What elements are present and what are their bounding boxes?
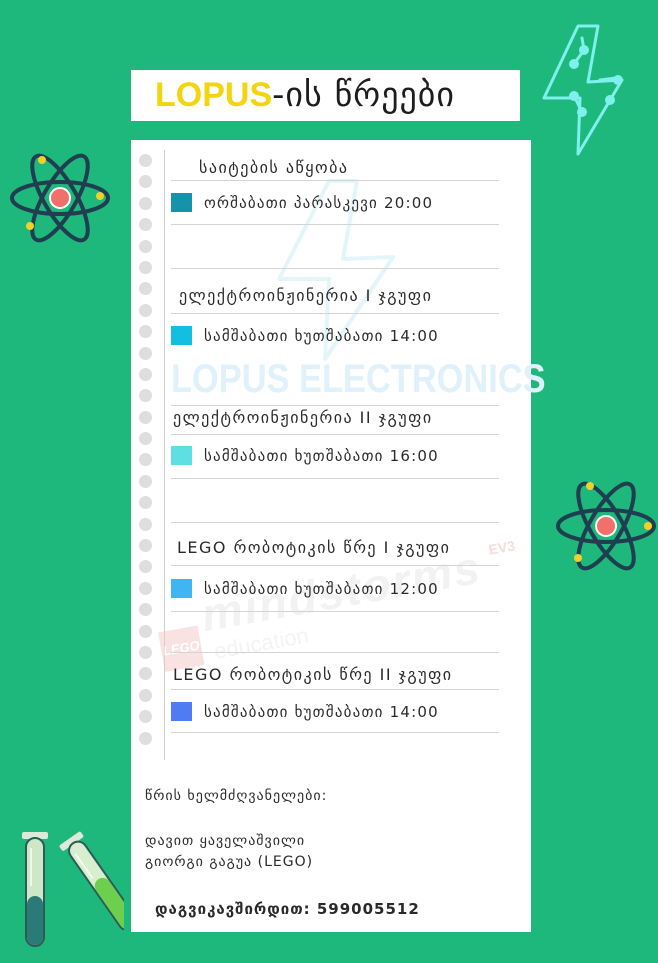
title-banner: LOPUS-ის წრეები (131, 70, 520, 121)
title-suffix: -ის წრეები (272, 75, 455, 115)
color-swatch (171, 579, 192, 598)
test-tube-icon (22, 831, 124, 947)
brand-name: LOPUS (155, 76, 273, 114)
section-heading: ელექტროინჟინერია II ჯგუფი (173, 408, 433, 427)
section-heading: საიტების აწყობა (199, 158, 349, 177)
schedule-item: ორშაბათი პარასკევი 20:00 (171, 193, 499, 212)
leaders-label: წრის ხელმძღვანელები: (145, 788, 328, 804)
leader-name: გიორგი გაგუა (LEGO) (145, 854, 314, 870)
contact-phone: დაგვიკავშირდით: 599005512 (155, 900, 420, 918)
lightning-bolt-icon (542, 24, 624, 156)
binder-holes (139, 154, 153, 753)
schedule-item: სამშაბათი ხუთშაბათი 16:00 (171, 446, 499, 465)
color-swatch (171, 193, 192, 212)
schedule-item: სამშაბათი ხუთშაბათი 12:00 (171, 579, 499, 598)
leader-name: დავით ყაველაშვილი (145, 833, 306, 849)
color-swatch (171, 326, 192, 345)
color-swatch (171, 702, 192, 721)
section-heading: ელექტროინჟინერია I ჯგუფი (179, 286, 433, 305)
schedule-item: სამშაბათი ხუთშაბათი 14:00 (171, 326, 499, 345)
schedule-item: სამშაბათი ხუთშაბათი 14:00 (171, 702, 499, 721)
section-heading: LEGO რობოტიკის წრე I ჯგუფი (177, 538, 451, 557)
atom-icon (556, 481, 656, 571)
watermark-text: LOPUS ELECTRONICS (171, 357, 546, 401)
section-heading: LEGO რობოტიკის წრე II ჯგუფი (173, 665, 453, 684)
schedule-paper: LOPUS ELECTRONICS LEGO mindstorms educat… (131, 140, 546, 932)
color-swatch (171, 446, 192, 465)
atom-icon (10, 153, 110, 243)
page-title: LOPUS-ის წრეები (155, 75, 455, 115)
